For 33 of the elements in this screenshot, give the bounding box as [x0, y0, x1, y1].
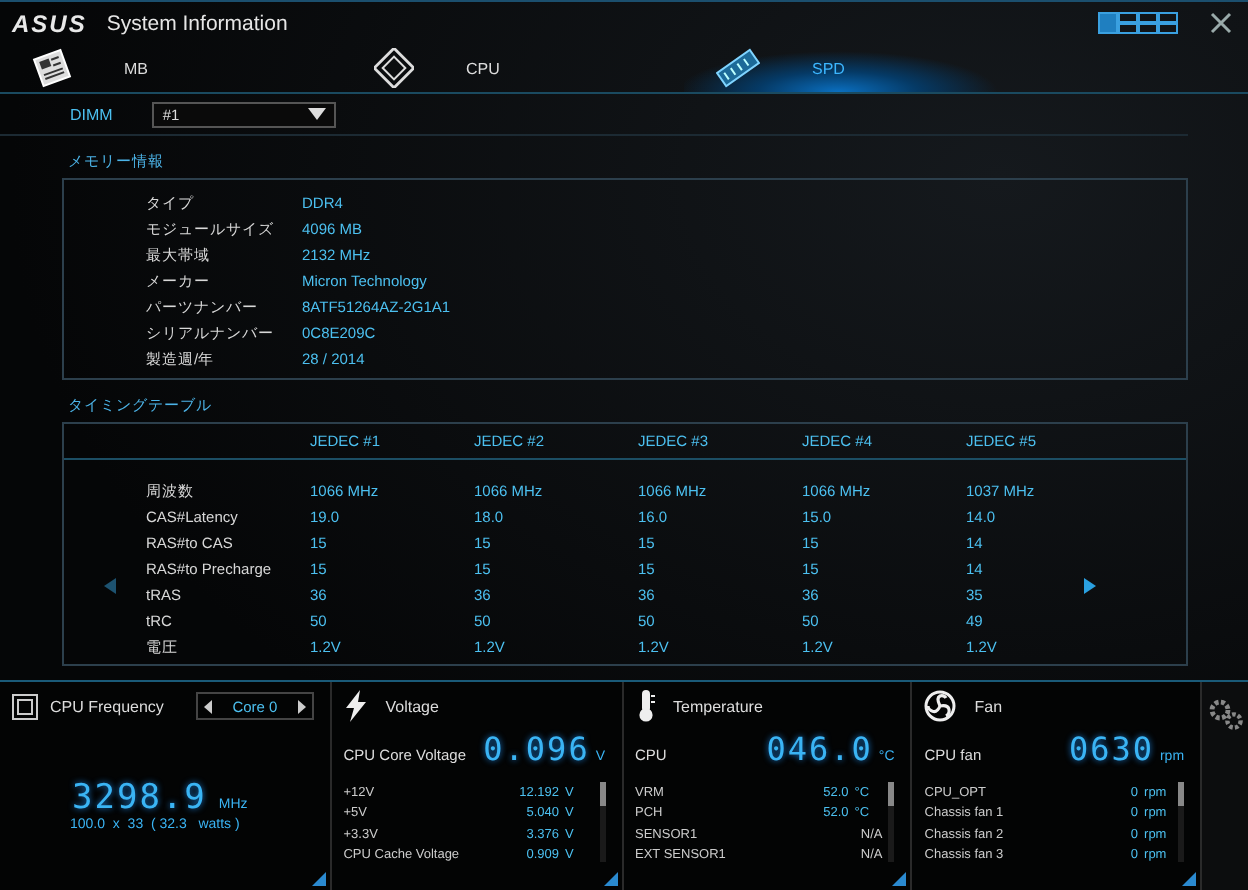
corner-resize-icon[interactable]	[1182, 872, 1197, 886]
panel-title: Voltage	[385, 697, 439, 715]
corner-resize-icon[interactable]	[603, 872, 617, 886]
caret-icon	[308, 108, 327, 120]
scrollbar[interactable]	[1178, 782, 1185, 862]
dimm-label: DIMM	[70, 105, 113, 123]
window-layout-icon[interactable]	[1098, 12, 1178, 34]
panel-title: Fan	[974, 697, 1003, 715]
frequency-reading: 3298.9	[72, 778, 207, 818]
cpu-icon	[12, 693, 38, 719]
next-arrow-icon[interactable]	[1084, 578, 1096, 594]
panel-title: Temperature	[673, 697, 763, 715]
main-reading: 0.096	[483, 730, 590, 768]
tab[interactable]: CPU	[342, 44, 684, 92]
corner-resize-icon[interactable]	[892, 872, 907, 886]
board-icon	[32, 48, 72, 88]
scrollbar[interactable]	[599, 782, 605, 862]
main-reading: 0630	[1068, 730, 1154, 768]
panel-title: CPU Frequency	[50, 697, 164, 715]
left-arrow-icon[interactable]	[204, 699, 213, 713]
chip-icon	[374, 48, 414, 88]
close-icon[interactable]	[1210, 12, 1232, 34]
main-reading: 046.0	[766, 730, 873, 768]
fan-icon	[924, 690, 957, 722]
scrollbar[interactable]	[888, 782, 895, 862]
right-arrow-icon[interactable]	[297, 699, 306, 713]
logo: ASUS	[12, 9, 87, 37]
tab[interactable]: MB	[0, 44, 342, 92]
thermometer-icon	[635, 690, 655, 722]
settings-icon[interactable]	[1208, 698, 1245, 730]
corner-resize-icon[interactable]	[311, 872, 326, 886]
window-title: System Information	[106, 11, 288, 35]
lightning-icon	[343, 690, 368, 722]
